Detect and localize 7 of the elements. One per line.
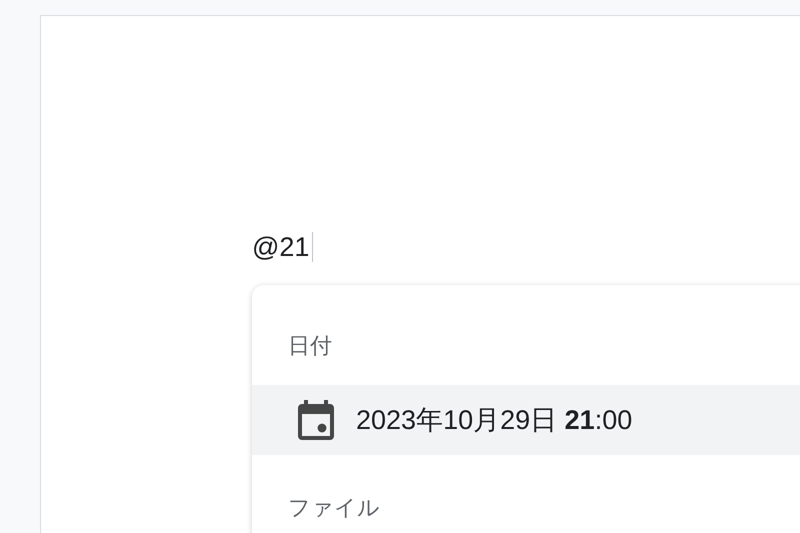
- text-cursor: [312, 232, 314, 262]
- date-option[interactable]: 2023年10月29日 21:00: [252, 385, 800, 455]
- section-heading: 日付: [288, 332, 332, 360]
- section-heading: ファイル: [288, 494, 380, 522]
- typed-text: @21: [252, 234, 310, 260]
- calendar-icon: [296, 398, 336, 442]
- date-label: 2023年10月29日 21:00: [356, 404, 632, 437]
